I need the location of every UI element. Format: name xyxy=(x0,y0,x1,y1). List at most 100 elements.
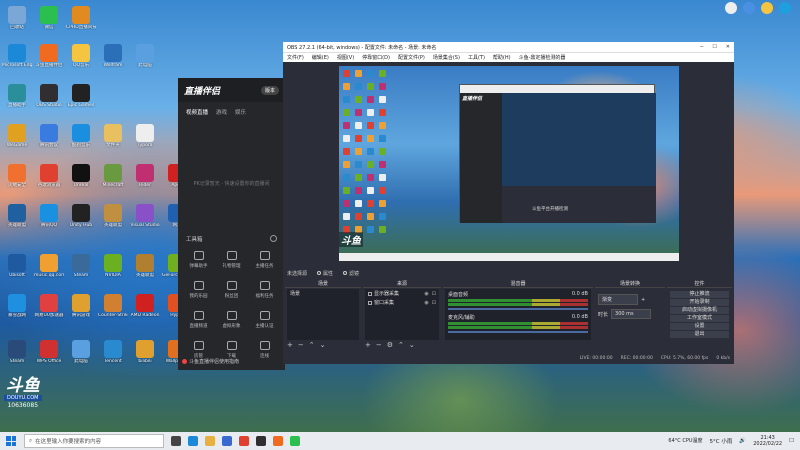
desktop-icon[interactable]: QQ音乐 xyxy=(66,44,96,68)
menu-item[interactable]: 斗鱼-鼎定播检测的器 xyxy=(519,54,566,61)
duration-input[interactable]: 300 ms xyxy=(611,309,652,319)
add-icon[interactable]: + xyxy=(641,297,645,303)
desktop-icon[interactable]: AMD Radeon xyxy=(130,294,160,318)
source-item-window[interactable]: 窗口采集 ◉ ⊡ xyxy=(365,298,439,307)
menu-item[interactable]: 工具(T) xyxy=(468,54,485,61)
tool-item[interactable]: 粉丝团 xyxy=(215,281,248,299)
clock[interactable]: 21:43 2022/02/22 xyxy=(753,435,782,447)
desktop-icon[interactable]: Visual Studio xyxy=(130,204,160,228)
desktop-icon[interactable]: Tencent xyxy=(98,340,128,364)
desktop-icon[interactable]: 微信 xyxy=(34,6,64,30)
desktop-icon[interactable]: OBS Studio xyxy=(34,84,64,108)
desktop-icon[interactable]: 腾讯游戏 xyxy=(66,294,96,318)
desktop-icon[interactable]: Counter-Strike xyxy=(98,294,128,318)
desktop-icon[interactable]: Microsoft Edge xyxy=(2,44,32,68)
desktop-icon[interactable]: 此电脑 xyxy=(66,340,96,364)
volume-slider[interactable] xyxy=(448,331,588,333)
desktop-icon[interactable]: music.qq.com xyxy=(34,254,64,278)
desktop-icon[interactable]: 直播助手 xyxy=(2,84,32,108)
desktop-icon[interactable]: 谷歌浏览器 xyxy=(34,164,64,188)
search-box[interactable]: ⌕ 在这里输入你要搜索的内容 xyxy=(24,434,164,448)
folder-icon[interactable] xyxy=(205,436,215,446)
desktop-icon[interactable]: 网易UU加速器 xyxy=(34,294,64,318)
desktop-icon[interactable]: Unreal xyxy=(66,164,96,188)
down-icon[interactable]: ⌄ xyxy=(409,341,415,349)
eye-icon[interactable]: ◉ xyxy=(424,300,428,306)
menu-item[interactable]: 场景集合(S) xyxy=(433,54,460,61)
desktop-icon[interactable]: Unity Hub xyxy=(66,204,96,228)
bubble-icon[interactable] xyxy=(779,2,791,14)
control-button[interactable]: 停止推流 xyxy=(670,291,729,298)
close-icon[interactable]: ✕ xyxy=(726,44,730,50)
menu-item[interactable]: 编辑(E) xyxy=(312,54,329,61)
douyu-icon[interactable] xyxy=(273,436,283,446)
desktop-icon[interactable]: WPS Office xyxy=(34,340,64,364)
control-button[interactable]: 退出 xyxy=(670,331,729,338)
chrome-icon[interactable] xyxy=(239,436,249,446)
desktop-icon[interactable]: 回收站 xyxy=(2,6,32,30)
obs-preview[interactable]: 直播伴侣 斗鱼平台开播检测 斗鱼 xyxy=(339,66,679,261)
live-guide-link[interactable]: 斗鱼直播伴侣使用指南 xyxy=(182,358,239,365)
desktop-icon[interactable]: Ubisoft xyxy=(2,254,32,278)
lock-icon[interactable]: ⊡ xyxy=(432,300,436,306)
desktop-icon[interactable]: 英雄联盟 xyxy=(2,204,32,228)
obs-icon[interactable] xyxy=(256,436,266,446)
tool-item[interactable]: 直播频道 xyxy=(182,311,215,329)
up-icon[interactable]: ⌃ xyxy=(398,341,404,349)
notification-icon[interactable]: ☐ xyxy=(789,438,794,444)
desktop-icon[interactable]: Steam xyxy=(66,254,96,278)
transition-select[interactable]: 渐变 xyxy=(598,294,638,305)
add-icon[interactable]: + xyxy=(287,341,293,349)
up-icon[interactable]: ⌃ xyxy=(309,341,315,349)
desktop-icon[interactable]: Steam xyxy=(2,340,32,364)
remove-icon[interactable]: − xyxy=(376,341,382,349)
desktop-icon[interactable]: Epic Games xyxy=(66,84,96,108)
add-icon[interactable]: + xyxy=(365,341,371,349)
scene-item[interactable]: 场景 xyxy=(287,289,359,298)
start-button[interactable] xyxy=(4,434,18,448)
minimize-icon[interactable]: ─ xyxy=(700,44,703,50)
desktop-icon[interactable]: 英雄联盟 xyxy=(130,254,160,278)
desktop-icon[interactable]: CPHD直播间技术工具 xyxy=(66,6,96,30)
tool-item[interactable]: 下载 xyxy=(215,341,248,359)
menu-item[interactable]: 帮助(H) xyxy=(493,54,511,61)
maximize-icon[interactable]: ☐ xyxy=(712,44,716,50)
volume-slider[interactable] xyxy=(448,308,588,310)
volume-icon[interactable]: 🔊 xyxy=(739,438,746,444)
eye-icon[interactable]: ◉ xyxy=(424,291,428,297)
tool-item[interactable]: 我的乐园 xyxy=(182,281,215,299)
control-button[interactable]: 开始录制 xyxy=(670,299,729,306)
menu-item[interactable]: 视图(V) xyxy=(337,54,354,61)
desktop-icon[interactable]: 文件夹 xyxy=(98,124,128,148)
desktop-icon[interactable]: Wolfram xyxy=(98,44,128,68)
menu-item[interactable]: 文件(F) xyxy=(287,54,304,61)
desktop-icon[interactable]: Typora xyxy=(130,124,160,148)
desktop-icon[interactable]: Rider xyxy=(130,164,160,188)
source-item-display[interactable]: 显示器采集 ◉ ⊡ xyxy=(365,289,439,298)
desktop-icon[interactable]: 酷狗音乐 xyxy=(66,124,96,148)
tab-video[interactable]: 视频直播 xyxy=(186,108,208,116)
tool-item[interactable]: 礼物管理 xyxy=(215,251,248,269)
cloud-icon[interactable] xyxy=(743,2,755,14)
desktop-icon[interactable]: 腾讯会议 xyxy=(34,124,64,148)
desktop-icon[interactable]: 此电脑 xyxy=(130,44,160,68)
tool-item[interactable]: 虚拟形象 xyxy=(215,311,248,329)
control-button[interactable]: 工作室模式 xyxy=(670,315,729,322)
desktop-icon[interactable]: 暴雪战网 xyxy=(2,294,32,318)
control-button[interactable]: 设置 xyxy=(670,323,729,330)
tool-item[interactable]: 福利任务 xyxy=(248,281,281,299)
menu-item[interactable]: 配置文件(P) xyxy=(398,54,425,61)
tool-item[interactable]: 主播任务 xyxy=(248,251,281,269)
desktop-icon[interactable]: bilibili xyxy=(130,340,160,364)
tool-item[interactable]: 主播认证 xyxy=(248,311,281,329)
wechat-icon[interactable] xyxy=(290,436,300,446)
filters-button[interactable]: 滤镜 xyxy=(343,270,359,277)
gear-icon[interactable]: ⚙ xyxy=(387,341,393,349)
tool-item[interactable]: 弹幕助手 xyxy=(182,251,215,269)
task-view-icon[interactable] xyxy=(171,436,181,446)
app-icon[interactable] xyxy=(761,2,773,14)
edge-icon[interactable] xyxy=(188,436,198,446)
tab-game[interactable]: 游戏 xyxy=(216,108,227,116)
properties-button[interactable]: 属性 xyxy=(317,270,333,277)
desktop-icon[interactable]: 腾讯QQ xyxy=(34,204,64,228)
